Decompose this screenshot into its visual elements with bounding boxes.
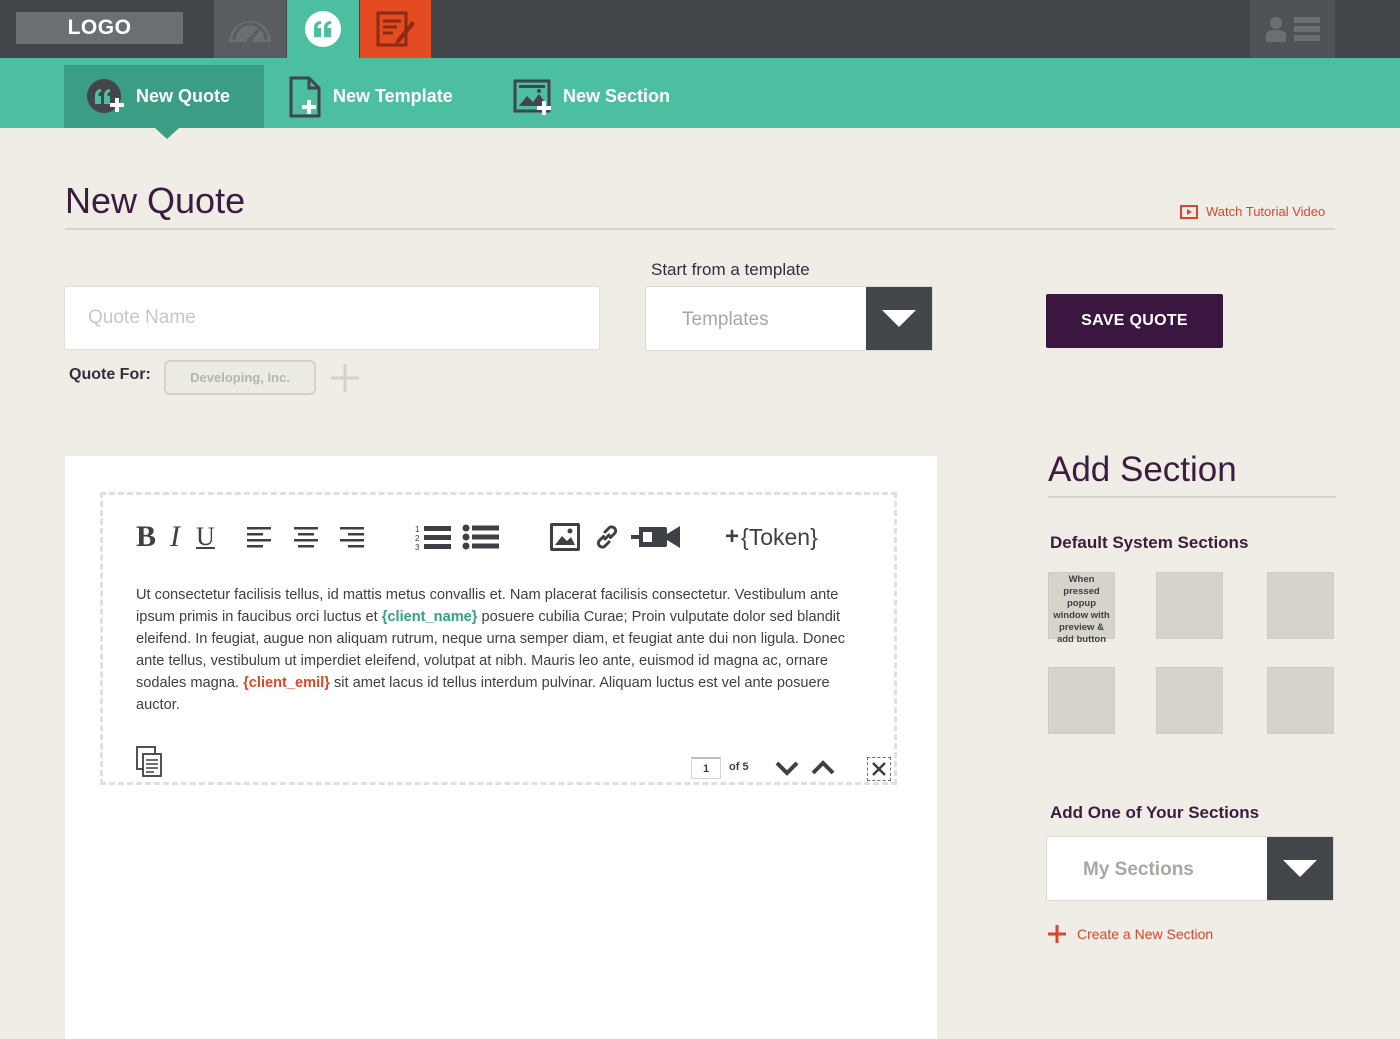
- add-client-plus-icon[interactable]: [329, 362, 361, 394]
- edit-document-icon: [376, 11, 415, 47]
- client-name-token: {client_name}: [381, 609, 478, 625]
- create-new-section-link[interactable]: Create a New Section: [1047, 924, 1213, 944]
- chevron-down-icon: [1283, 860, 1317, 877]
- nav-new-quote[interactable]: New Quote: [64, 65, 264, 128]
- numbered-list-button[interactable]: 1 2 3: [414, 517, 452, 557]
- tab-dashboard[interactable]: [214, 0, 286, 58]
- client-chip[interactable]: Developing, Inc.: [164, 360, 316, 395]
- template-select[interactable]: Templates: [645, 286, 933, 351]
- default-section-thumb[interactable]: [1267, 572, 1334, 639]
- add-section-divider: [1048, 496, 1336, 498]
- tab-documents[interactable]: [360, 0, 431, 58]
- default-section-thumb[interactable]: [1156, 572, 1223, 639]
- tab-quotes[interactable]: [287, 0, 359, 58]
- user-icon: [1265, 17, 1286, 42]
- image-icon: [550, 523, 580, 551]
- section-editor[interactable]: B I U 1 2 3 + {Token} Ut consectetur fac…: [100, 492, 897, 785]
- template-label: Start from a template: [651, 260, 810, 279]
- chevron-down-icon[interactable]: [774, 758, 800, 778]
- list-icon: [1293, 17, 1320, 41]
- my-sections-dropdown-button[interactable]: [1267, 837, 1333, 900]
- quote-icon: [305, 11, 341, 47]
- chevron-down-icon: [882, 310, 916, 327]
- bold-button[interactable]: B: [136, 517, 156, 557]
- my-sections-select-value: My Sections: [1083, 859, 1194, 880]
- own-sections-label: Add One of Your Sections: [1050, 803, 1260, 822]
- svg-text:3: 3: [415, 543, 420, 551]
- remove-section-button[interactable]: [867, 757, 891, 781]
- nav-new-quote-label: New Quote: [136, 86, 231, 106]
- editor-content[interactable]: Ut consectetur facilisis tellus, id matt…: [136, 584, 876, 716]
- bullet-list-button[interactable]: [462, 517, 500, 557]
- page-count-label: of 5: [729, 761, 749, 773]
- default-section-thumb[interactable]: [1267, 667, 1334, 734]
- logo[interactable]: LOGO: [16, 12, 183, 44]
- align-center-icon: [294, 527, 318, 548]
- default-section-thumb[interactable]: [1156, 667, 1223, 734]
- nav-new-template[interactable]: New Template: [285, 65, 453, 128]
- nav-new-section-label: New Section: [563, 86, 671, 106]
- title-divider: [65, 228, 1335, 230]
- align-right-icon: [340, 527, 364, 548]
- speedometer-icon: [229, 21, 271, 43]
- video-camera-icon: [631, 526, 680, 548]
- quote-name-input[interactable]: [64, 286, 600, 350]
- thumb-note: When pressed popup window with preview &…: [1053, 574, 1110, 645]
- video-play-icon: [1180, 204, 1198, 219]
- editor-panel: B I U 1 2 3 + {Token} Ut consectetur fac…: [65, 456, 937, 1039]
- add-section-title: Add Section: [1048, 450, 1237, 489]
- template-select-value: Templates: [682, 309, 769, 330]
- insert-link-button[interactable]: [594, 517, 620, 557]
- template-dropdown-button[interactable]: [866, 287, 932, 350]
- align-center-button[interactable]: [293, 517, 319, 557]
- page-title: New Quote: [65, 180, 246, 221]
- token-plus-icon: +: [725, 523, 740, 550]
- my-sections-select[interactable]: My Sections: [1046, 836, 1334, 901]
- duplicate-icon[interactable]: [136, 746, 164, 778]
- new-section-icon: [513, 78, 553, 116]
- nav-new-template-label: New Template: [333, 86, 453, 106]
- active-tab-pointer: [155, 128, 179, 139]
- top-bar: LOGO: [0, 0, 1400, 58]
- align-left-button[interactable]: [246, 517, 272, 557]
- italic-button[interactable]: I: [170, 517, 180, 557]
- svg-text:2: 2: [415, 534, 420, 543]
- save-quote-button[interactable]: SAVE QUOTE: [1046, 294, 1223, 348]
- user-menu[interactable]: [1250, 0, 1335, 58]
- insert-video-button[interactable]: [630, 517, 682, 557]
- align-right-button[interactable]: [339, 517, 365, 557]
- create-new-section-label: Create a New Section: [1077, 926, 1214, 942]
- watch-tutorial-label: Watch Tutorial Video: [1206, 204, 1326, 219]
- sub-navigation: New Quote New Template New Section: [0, 58, 1400, 139]
- close-icon: [872, 762, 886, 776]
- new-template-icon: [289, 76, 323, 118]
- new-quote-icon: [86, 77, 126, 117]
- align-left-icon: [247, 527, 271, 548]
- insert-token-button[interactable]: + {Token}: [725, 517, 818, 557]
- client-email-token: {client_emil}: [243, 675, 330, 691]
- page-number-input[interactable]: [691, 757, 721, 779]
- watch-tutorial-link[interactable]: Watch Tutorial Video: [1180, 204, 1325, 219]
- underline-button[interactable]: U: [196, 517, 215, 557]
- chevron-up-icon[interactable]: [810, 758, 836, 778]
- plus-icon: [1048, 925, 1066, 943]
- token-label: {Token}: [741, 523, 818, 550]
- nav-new-section[interactable]: New Section: [513, 65, 670, 128]
- bullet-list-icon: [462, 524, 499, 550]
- quote-for-label: Quote For:: [69, 366, 151, 383]
- default-section-thumb[interactable]: [1048, 667, 1115, 734]
- link-icon: [596, 525, 618, 549]
- default-section-thumb[interactable]: When pressed popup window with preview &…: [1048, 572, 1115, 645]
- insert-image-button[interactable]: [550, 517, 580, 557]
- numbered-list-icon: 1 2 3: [415, 525, 451, 551]
- svg-text:1: 1: [415, 525, 420, 534]
- default-sections-label: Default System Sections: [1050, 533, 1249, 552]
- editor-toolbar: B I U 1 2 3 + {Token}: [136, 517, 876, 557]
